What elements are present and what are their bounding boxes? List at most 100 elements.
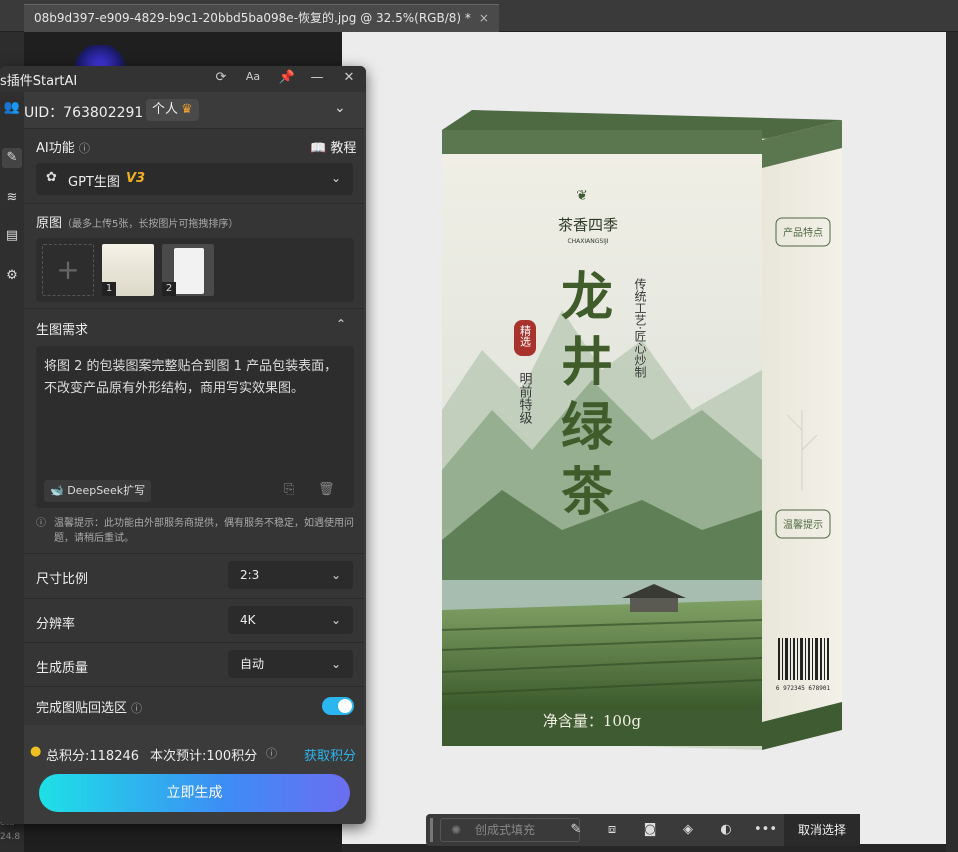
leaf-logo-icon: ❦	[576, 188, 588, 204]
side-left-text: 明前特级	[517, 372, 533, 424]
coin-icon: ●	[30, 744, 42, 759]
close-icon[interactable]: ✕	[340, 70, 358, 85]
version-number: 24.8	[0, 832, 21, 842]
fill-icon[interactable]: ◈	[678, 820, 698, 840]
requirement-text: 将图 2 的包装图案完整贴合到图 1 产品包装表面，不改变产品原有外形结构，商用…	[44, 359, 338, 396]
ai-function-label: AI功能 ⓘ	[36, 141, 90, 156]
model-version: V3	[126, 171, 146, 186]
thumbnail-strip: + 1 2	[36, 238, 354, 302]
points-row: ● 总积分:118246 本次预计:100积分 ⓘ 获取积分	[24, 742, 364, 766]
book-icon: 📖	[310, 141, 327, 156]
get-points-link[interactable]: 获取积分	[304, 745, 356, 764]
size-ratio-select[interactable]: 2:3 ⌄	[228, 561, 353, 589]
document-icon[interactable]: ▤	[2, 226, 22, 246]
side-panel-title-2: 温馨提示	[783, 518, 823, 531]
more-icon[interactable]: •••	[754, 820, 777, 840]
resolution-select[interactable]: 4K ⌄	[228, 606, 353, 634]
chevron-down-icon: ⌄	[330, 657, 341, 671]
whale-icon: 🐋	[50, 484, 64, 497]
add-image-button[interactable]: +	[42, 244, 94, 296]
transform-icon[interactable]: ⧈	[602, 820, 622, 840]
mask-icon[interactable]: ◙	[640, 820, 660, 840]
barcode-number: 6 972345 678901	[776, 685, 831, 692]
openai-icon: ✿	[46, 170, 57, 185]
trash-icon[interactable]: 🗑	[318, 482, 335, 497]
tutorial-link[interactable]: 📖 教程	[310, 137, 356, 156]
title-char-2: 井	[561, 332, 613, 393]
close-tab-icon[interactable]: ×	[479, 11, 489, 25]
model-select[interactable]: ✿ GPT生图 V3 ⌄	[36, 163, 353, 195]
pin-icon[interactable]: 📌	[278, 70, 296, 85]
quality-select[interactable]: 自动 ⌄	[228, 650, 353, 678]
info-icon: ⓘ	[131, 702, 143, 715]
uid-label: UID：763802291	[24, 105, 144, 121]
source-hint: （最多上传5张，长按图片可拖拽排序）	[62, 219, 239, 230]
side-panel-title-1: 产品特点	[783, 226, 823, 239]
panel-header[interactable]: s插件StartAI ⟳ Aa 📌 — ✕	[0, 66, 366, 92]
document-tab[interactable]: 08b9d397-e909-4829-b9c1-20bbd5ba098e-恢复的…	[24, 4, 499, 32]
title-char-1: 龙	[561, 267, 613, 328]
sparkle-icon: ✺	[451, 823, 462, 837]
startai-panel: s插件StartAI ⟳ Aa 📌 — ✕ 👥 ✎ ≋ ▤ ⚙ UID：7638…	[0, 66, 366, 824]
quality-row: 生成质量 自动 ⌄	[24, 643, 364, 687]
tip-text: 温馨提示：此功能由外部服务商提供，偶有服务不稳定，如遇使用问题，请稍后重试。	[54, 518, 354, 544]
deepseek-expand-button[interactable]: 🐋 DeepSeek扩写	[44, 480, 152, 502]
points-estimate: 本次预计:100积分	[150, 749, 258, 764]
chevron-down-icon: ⌄	[330, 568, 341, 582]
quality-label: 生成质量	[36, 661, 89, 676]
info-icon: ⓘ	[266, 747, 277, 760]
resolution-row: 分辨率 4K ⌄	[24, 599, 364, 643]
cancel-selection-button[interactable]: 取消选择	[784, 814, 860, 846]
paste-back-toggle[interactable]	[322, 697, 354, 715]
paste-back-row: 完成图贴回选区 ⓘ	[24, 687, 364, 725]
settings-icon[interactable]: ⚙	[2, 266, 22, 286]
history-icon[interactable]: ⎘	[284, 482, 294, 497]
thumbnail-1[interactable]: 1	[102, 244, 154, 296]
adjustment-icon[interactable]: ◐	[716, 820, 736, 840]
brand-pinyin: CHAXIANGSIJI	[567, 238, 608, 245]
document-tab-bar: 08b9d397-e909-4829-b9c1-20bbd5ba098e-恢复的…	[0, 0, 958, 32]
chevron-down-icon: ⌄	[330, 613, 341, 627]
chevron-down-icon[interactable]: ⌄	[334, 100, 346, 116]
quality-value: 自动	[240, 657, 265, 671]
requirement-label: 生图需求	[36, 323, 89, 338]
panel-title: s插件StartAI	[0, 74, 78, 89]
font-size-icon[interactable]: Aa	[244, 70, 262, 83]
thumb-number-1: 1	[102, 282, 116, 296]
thumb-number-2: 2	[162, 282, 176, 296]
resolution-value: 4K	[240, 613, 256, 627]
layers-icon[interactable]: ≋	[2, 188, 22, 208]
service-tip: ⓘ 温馨提示：此功能由外部服务商提供，偶有服务不稳定，如遇使用问题，请稍后重试。	[36, 516, 356, 546]
brush-mask-icon[interactable]: ✎	[566, 820, 586, 840]
side-right-text: 传统工艺·匠心炒制	[633, 277, 647, 378]
generative-fill-label: 创成式填充	[475, 823, 536, 837]
info-icon: ⓘ	[36, 518, 46, 529]
minimize-icon[interactable]: —	[308, 70, 326, 85]
resolution-label: 分辨率	[36, 617, 76, 632]
thumbnail-2[interactable]: 2	[162, 244, 214, 296]
requirement-textarea[interactable]: 将图 2 的包装图案完整贴合到图 1 产品包装表面，不改变产品原有外形结构，商用…	[36, 346, 354, 508]
chevron-up-icon[interactable]: ⌃	[336, 317, 346, 331]
ai-function-section: AI功能 ⓘ 📖 教程 ✿ GPT生图 V3 ⌄	[24, 129, 364, 203]
front-top-band	[442, 130, 762, 154]
source-label: 原图（最多上传5张，长按图片可拖拽排序）	[36, 216, 239, 231]
chevron-down-icon: ⌄	[330, 171, 341, 185]
info-icon: ⓘ	[78, 142, 90, 155]
model-select-label: GPT生图	[68, 175, 120, 190]
refresh-icon[interactable]: ⟳	[212, 70, 230, 85]
scroll-gutter	[946, 32, 958, 852]
panel-sidebar: 👥 ✎ ≋ ▤ ⚙	[0, 92, 24, 824]
brush-icon[interactable]: ✎	[2, 148, 22, 168]
drag-handle[interactable]	[430, 818, 433, 842]
title-char-4: 茶	[561, 462, 614, 523]
size-ratio-label: 尺寸比例	[36, 572, 89, 587]
document-title: 08b9d397-e909-4829-b9c1-20bbd5ba098e-恢复的…	[34, 11, 471, 25]
title-char-3: 绿	[561, 397, 614, 458]
tea-box-image: ❦ 茶香四季 CHAXIANGSIJI 龙 井 绿 茶 精选 明前特级 传统工艺…	[442, 110, 842, 750]
brand-name: 茶香四季	[558, 216, 618, 234]
net-weight: 净含量：100g	[543, 712, 642, 730]
contextual-task-bar: ✺ 创成式填充 ✎ ⧈ ◙ ◈ ◐ ••• 取消选择	[426, 814, 860, 846]
generate-button[interactable]: 立即生成	[39, 774, 350, 812]
generative-fill-button[interactable]: ✺ 创成式填充	[440, 818, 580, 842]
seal-text: 精选	[519, 325, 532, 347]
